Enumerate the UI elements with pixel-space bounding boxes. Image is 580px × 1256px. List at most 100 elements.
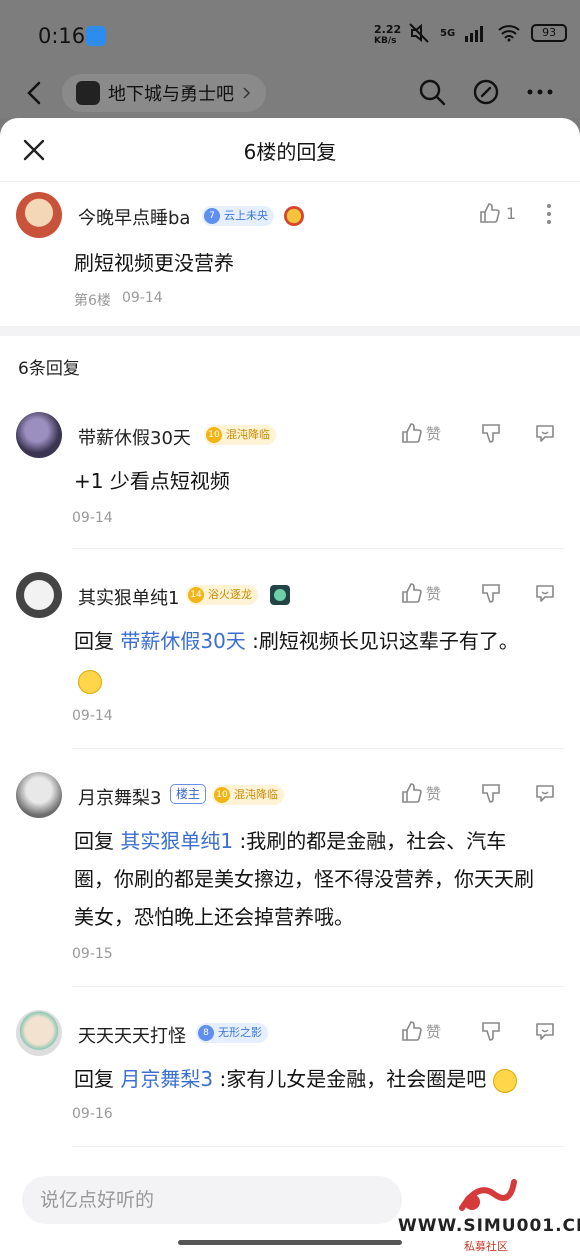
level-badge: 10 混沌降临 [212, 785, 284, 805]
reply-content: 回复 其实狠单纯1 :我刷的都是金融，社会、汽车 圈，你刷的都是美女擦边，怪不得… [74, 829, 534, 929]
dislike-button[interactable] [480, 782, 534, 804]
thumb-down-icon [482, 1022, 500, 1041]
like-button[interactable]: 1 [478, 202, 516, 224]
watermark-logo-icon [459, 1179, 517, 1211]
reply-input[interactable]: 说亿点好听的 [22, 1176, 402, 1224]
username[interactable]: 其实狠单纯1 [78, 584, 179, 610]
dislike-button[interactable] [480, 582, 534, 604]
post-date: 09-14 [122, 290, 163, 306]
more-vertical-icon[interactable] [544, 202, 554, 226]
forum-chip[interactable]: 地下城与勇士吧 [62, 74, 266, 112]
reply-item: 天天天天打怪 8 无形之影 赞 回复 月京舞梨3 :家有儿女是金融，社会圈是吧 0… [0, 998, 580, 1158]
level-badge: 8 无形之影 [196, 1023, 268, 1043]
medal-icon [284, 206, 304, 226]
battery-indicator: 93 [531, 24, 568, 42]
divider [72, 1146, 564, 1147]
reply-date: 09-14 [72, 708, 113, 724]
sheet-title: 6楼的回复 [243, 140, 337, 164]
smile-emoji-icon [78, 670, 102, 694]
reply-actions: 赞 [400, 782, 558, 804]
reply-item: 其实狠单纯1 14 浴火逐龙 赞 回复 带薪休假30天 :刷短视频长见识这辈子有了… [0, 558, 580, 758]
network-type: 5G [440, 27, 456, 39]
cloud-app-icon [86, 26, 106, 46]
reply-target-link[interactable]: 带薪休假30天 [120, 629, 245, 653]
comment-button[interactable] [534, 1020, 558, 1042]
avatar[interactable] [16, 412, 62, 458]
dislike-button[interactable] [480, 422, 534, 444]
section-divider [0, 326, 580, 336]
back-arrow-icon[interactable] [22, 80, 48, 106]
comment-button[interactable] [534, 782, 558, 804]
watermark-subtitle: 私募社区 [464, 1240, 508, 1253]
thumb-up-icon [402, 423, 422, 443]
forum-name: 地下城与勇士吧 [108, 84, 234, 105]
floor-label: 第6楼 [74, 293, 111, 309]
level-badge: 10 混沌降临 [204, 425, 276, 445]
network-speed: 2.22 KB/s [374, 23, 402, 46]
like-count: 1 [505, 203, 516, 223]
comment-icon [536, 425, 554, 442]
avatar[interactable] [16, 192, 62, 238]
reply-count: 6条回复 [18, 359, 80, 379]
status-time: 0:16 [38, 24, 86, 48]
like-button[interactable]: 赞 [400, 1020, 480, 1042]
username[interactable]: 月京舞梨3 [78, 784, 161, 810]
thumb-up-icon [402, 583, 422, 603]
nav-actions [418, 78, 554, 106]
chevron-right-icon [243, 87, 251, 99]
avatar[interactable] [16, 1010, 62, 1056]
avatar[interactable] [16, 572, 62, 618]
reply-item: 月京舞梨3 楼主 10 混沌降临 赞 回复 其实狠单纯1 :我刷的都是金融，社会、… [0, 758, 580, 998]
search-icon[interactable] [418, 78, 446, 106]
comment-icon [536, 785, 554, 802]
reply-date: 09-14 [72, 510, 113, 526]
thumb-up-icon [402, 1021, 422, 1041]
username[interactable]: 带薪休假30天 [78, 424, 191, 450]
dislike-button[interactable] [480, 1020, 534, 1042]
post-content: 刷短视频更没营养 [74, 251, 234, 275]
reply-content: 回复 月京舞梨3 :家有儿女是金融，社会圈是吧 [74, 1060, 564, 1098]
edit-icon[interactable] [472, 78, 500, 106]
wifi-icon [498, 25, 520, 42]
username[interactable]: 天天天天打怪 [78, 1022, 186, 1048]
reply-actions: 赞 [400, 1020, 558, 1042]
divider [72, 986, 564, 987]
reply-sheet: 6楼的回复 今晚早点睡ba 7 云上未央 1 刷短视频更没营养 第6楼 09-14… [0, 118, 580, 1256]
like-button[interactable]: 赞 [400, 782, 480, 804]
home-indicator[interactable] [178, 1240, 402, 1245]
thumb-down-icon [482, 784, 500, 803]
more-icon[interactable] [526, 78, 554, 106]
reply-target-link[interactable]: 其实狠单纯1 [120, 829, 233, 853]
surprised-emoji-icon [492, 1068, 517, 1093]
mute-icon [409, 23, 429, 43]
reply-target-link[interactable]: 月京舞梨3 [120, 1067, 213, 1091]
thumb-up-icon [480, 203, 500, 223]
top-nav: 地下城与勇士吧 [0, 70, 580, 118]
like-button[interactable]: 赞 [400, 582, 480, 604]
like-button[interactable]: 赞 [400, 422, 480, 444]
username[interactable]: 今晚早点睡ba [78, 204, 190, 230]
signal-icon [465, 26, 484, 42]
comment-button[interactable] [534, 582, 558, 604]
avatar[interactable] [16, 772, 62, 818]
thumb-down-icon [482, 424, 500, 443]
reply-date: 09-16 [72, 1106, 113, 1122]
level-badge: 14 浴火逐龙 [186, 585, 258, 605]
owner-badge: 楼主 [170, 784, 207, 804]
reply-actions: 赞 [400, 422, 558, 444]
comment-icon [536, 1023, 554, 1040]
thumb-down-icon [482, 584, 500, 603]
main-post: 今晚早点睡ba 7 云上未央 1 刷短视频更没营养 第6楼 09-14 [0, 182, 580, 326]
sheet-header: 6楼的回复 [0, 118, 580, 182]
status-icons: 5G 93 [408, 22, 568, 44]
watermark-url: WWW.SIMU001.CN [398, 1216, 580, 1236]
medal-icon [270, 585, 290, 605]
reply-actions: 赞 [400, 582, 558, 604]
comment-icon [536, 585, 554, 602]
reply-content: +1 少看点短视频 [74, 469, 230, 493]
comment-button[interactable] [534, 422, 558, 444]
divider [72, 748, 564, 749]
reply-date: 09-15 [72, 946, 113, 962]
level-badge: 7 云上未央 [202, 206, 274, 226]
watermark: WWW.SIMU001.CN 私募社区 [398, 1178, 580, 1256]
